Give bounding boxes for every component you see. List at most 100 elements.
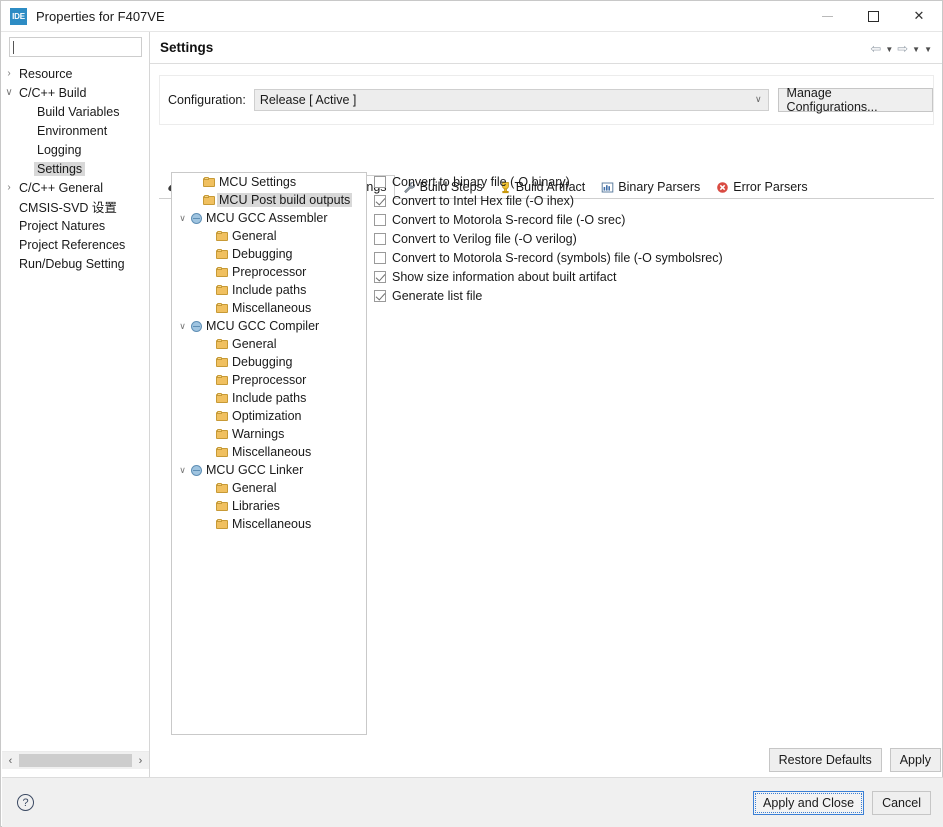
forward-icon[interactable]: ⇨ — [897, 41, 908, 57]
maximize-icon[interactable] — [850, 1, 896, 31]
scroll-right-icon[interactable]: › — [132, 752, 149, 770]
tool-tree-item[interactable]: Miscellaneous — [172, 515, 366, 533]
minimize-icon[interactable] — [804, 1, 850, 31]
folder-icon — [215, 518, 230, 530]
scroll-left-icon[interactable]: ‹ — [2, 752, 19, 770]
window-title: Properties for F407VE — [36, 8, 165, 24]
folder-icon — [215, 410, 230, 422]
help-icon[interactable]: ? — [17, 794, 34, 811]
filter-input[interactable] — [9, 37, 142, 57]
tool-tree-item[interactable]: Include paths — [172, 389, 366, 407]
tool-tree-item-label: Optimization — [232, 409, 302, 423]
sidebar-item-project-references[interactable]: Project References — [2, 235, 149, 254]
checkbox[interactable] — [374, 289, 386, 302]
sidebar-item-build-variables[interactable]: Build Variables — [2, 102, 149, 121]
sidebar-item-c-c-build[interactable]: ∨ C/C++ Build — [2, 83, 149, 102]
gear-icon — [189, 464, 204, 476]
checkbox[interactable] — [374, 270, 386, 283]
option-row[interactable]: Generate list file — [374, 286, 934, 305]
tool-tree-item[interactable]: Preprocessor — [172, 263, 366, 281]
folder-icon — [215, 446, 230, 458]
folder-icon — [215, 428, 230, 440]
tool-settings-tree[interactable]: MCU Settings MCU Post build outputs ∨ MCU G… — [171, 172, 367, 735]
window-controls: ✕ — [804, 1, 942, 31]
expander-icon[interactable]: › — [2, 182, 16, 193]
sidebar-item-label: Environment — [37, 123, 108, 138]
sidebar-item-project-natures[interactable]: Project Natures — [2, 216, 149, 235]
tool-tree-item-label: MCU GCC Assembler — [206, 211, 328, 225]
option-row[interactable]: Convert to Motorola S-record file (-O sr… — [374, 210, 934, 229]
option-row[interactable]: Convert to Intel Hex file (-O ihex) — [374, 191, 934, 210]
forward-dropdown-icon[interactable]: ▼ — [912, 45, 920, 54]
folder-icon — [215, 500, 230, 512]
tool-tree-item-label: Preprocessor — [232, 373, 307, 387]
dialog-button-bar: Apply and Close Cancel — [745, 791, 931, 815]
tool-tree-item[interactable]: ∨ MCU GCC Assembler — [172, 209, 366, 227]
tool-tree-item[interactable]: Miscellaneous — [172, 443, 366, 461]
back-dropdown-icon[interactable]: ▼ — [885, 45, 893, 54]
sidebar-item-logging[interactable]: Logging — [2, 140, 149, 159]
restore-defaults-button[interactable]: Restore Defaults — [768, 748, 882, 772]
sidebar-item-cmsis-svd[interactable]: CMSIS-SVD 设置 — [2, 197, 149, 216]
expander-icon[interactable]: › — [2, 68, 16, 79]
app-icon: IDE — [10, 7, 27, 25]
settings-button-bar: Restore Defaults Apply — [150, 744, 941, 776]
configuration-value: Release [ Active ] — [259, 93, 357, 107]
configuration-label: Configuration: — [168, 93, 246, 107]
expander-icon[interactable]: ∨ — [176, 465, 189, 476]
tool-tree-item-label: General — [232, 481, 277, 495]
manage-configurations-button[interactable]: Manage Configurations... — [777, 86, 933, 114]
folder-icon — [202, 176, 217, 188]
sidebar-item-run-debug-setting[interactable]: Run/Debug Setting — [2, 254, 149, 273]
sidebar-item-resource[interactable]: › Resource — [2, 64, 149, 83]
tool-tree-item[interactable]: Miscellaneous — [172, 299, 366, 317]
checkbox[interactable] — [374, 213, 386, 226]
apply-button[interactable]: Apply — [889, 748, 941, 772]
view-menu-icon[interactable]: ▼ — [924, 45, 932, 54]
option-row[interactable]: Convert to binary file (-O binary) — [374, 172, 934, 191]
tool-tree-item[interactable]: MCU Post build outputs — [172, 191, 366, 209]
tool-tree-item[interactable]: Preprocessor — [172, 371, 366, 389]
checkbox[interactable] — [374, 232, 386, 245]
tool-tree-item[interactable]: Libraries — [172, 497, 366, 515]
sidebar-item-label: Logging — [37, 142, 82, 157]
option-row[interactable]: Convert to Motorola S-record (symbols) f… — [374, 248, 934, 267]
tool-tree-item-label: Miscellaneous — [232, 445, 312, 459]
sidebar-item-label: Project Natures — [19, 218, 106, 233]
tool-tree-item[interactable]: Warnings — [172, 425, 366, 443]
sidebar-item-label: CMSIS-SVD 设置 — [19, 201, 117, 215]
tool-tree-item[interactable]: General — [172, 335, 366, 353]
folder-icon — [215, 338, 230, 350]
sidebar-item-environment[interactable]: Environment — [2, 121, 149, 140]
tool-tree-item[interactable]: ∨ MCU GCC Linker — [172, 461, 366, 479]
close-icon[interactable]: ✕ — [896, 1, 942, 31]
apply-and-close-button[interactable]: Apply and Close — [753, 791, 865, 815]
scrollbar-thumb[interactable] — [19, 754, 132, 767]
tool-tree-item[interactable]: General — [172, 479, 366, 497]
checkbox[interactable] — [374, 251, 386, 264]
cancel-button[interactable]: Cancel — [872, 791, 931, 815]
back-icon[interactable]: ⇦ — [870, 41, 881, 57]
expander-icon[interactable]: ∨ — [2, 87, 16, 98]
tool-tree-item[interactable]: Optimization — [172, 407, 366, 425]
option-row[interactable]: Show size information about built artifa… — [374, 267, 934, 286]
expander-icon[interactable]: ∨ — [176, 213, 189, 224]
tool-tree-item[interactable]: Debugging — [172, 245, 366, 263]
expander-icon[interactable]: ∨ — [176, 321, 189, 332]
option-row[interactable]: Convert to Verilog file (-O verilog) — [374, 229, 934, 248]
sidebar-item-settings[interactable]: Settings — [2, 159, 149, 178]
tool-tree-item[interactable]: ∨ MCU GCC Compiler — [172, 317, 366, 335]
option-label: Convert to binary file (-O binary) — [392, 174, 570, 189]
checkbox[interactable] — [374, 175, 386, 188]
sidebar-horizontal-scrollbar[interactable]: ‹ › — [2, 751, 149, 769]
tool-tree-item[interactable]: General — [172, 227, 366, 245]
tool-tree-item[interactable]: MCU Settings — [172, 173, 366, 191]
folder-icon — [202, 194, 217, 206]
checkbox[interactable] — [374, 194, 386, 207]
tool-tree-item[interactable]: Debugging — [172, 353, 366, 371]
sidebar-item-c-c-general[interactable]: › C/C++ General — [2, 178, 149, 197]
option-label: Convert to Verilog file (-O verilog) — [392, 231, 577, 246]
tool-tree-item[interactable]: Include paths — [172, 281, 366, 299]
text-caret — [13, 41, 14, 54]
configuration-select[interactable]: Release [ Active ] ∨ — [253, 89, 769, 111]
